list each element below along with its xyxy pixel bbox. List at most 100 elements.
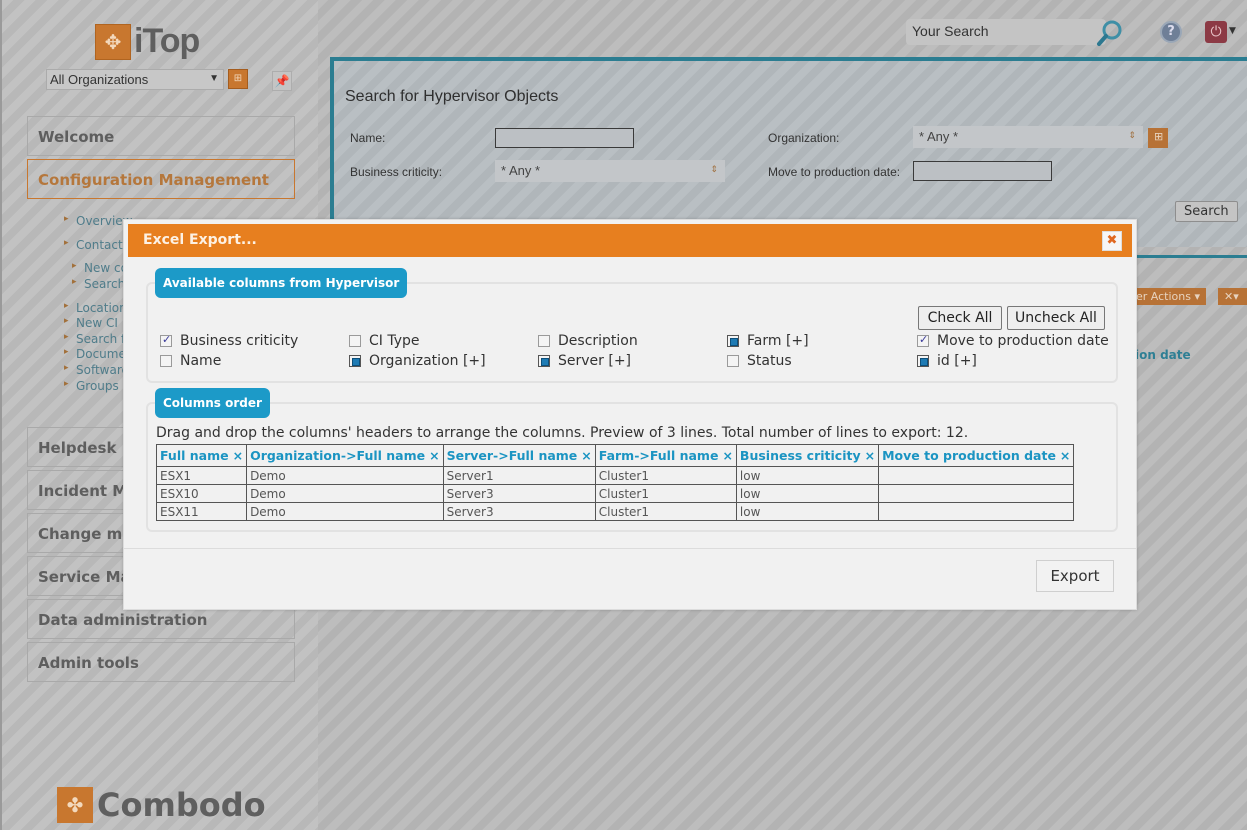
table-cell xyxy=(878,466,1075,485)
table-cell: Cluster1 xyxy=(594,466,737,485)
table-cell xyxy=(878,484,1075,503)
name-input[interactable] xyxy=(495,128,634,148)
column-checkbox-item[interactable]: Name xyxy=(160,353,221,369)
table-cell: Server1 xyxy=(442,466,596,485)
checkbox[interactable] xyxy=(160,355,172,367)
submenu-item[interactable]: Groups o xyxy=(64,379,130,393)
column-checkbox-item[interactable]: Server [+] xyxy=(538,353,631,369)
remove-column-icon[interactable]: × xyxy=(233,448,243,463)
help-icon[interactable]: ? xyxy=(1160,21,1182,43)
global-search-input[interactable]: Your Search xyxy=(906,19,1106,45)
checkbox-label: Server [+] xyxy=(558,353,632,369)
remove-column-icon[interactable]: × xyxy=(581,448,591,463)
table-cell: Demo xyxy=(246,484,444,503)
column-header[interactable]: Full name × xyxy=(155,444,248,467)
table-cell: ESX10 xyxy=(155,484,248,503)
table-cell: ESX11 xyxy=(155,502,248,521)
column-header[interactable]: Move to production date × xyxy=(878,444,1075,467)
table-cell: ESX1 xyxy=(155,466,248,485)
table-cell: Server3 xyxy=(442,502,596,521)
uncheck-all-button[interactable]: Uncheck All xyxy=(1007,306,1105,330)
production-date-label: Move to production date: xyxy=(768,165,901,179)
checkbox[interactable] xyxy=(917,355,929,367)
checkbox-label: Name xyxy=(180,353,222,369)
search-button[interactable]: Search xyxy=(1175,201,1238,222)
select-arrows-icon: ⇕ xyxy=(1128,130,1136,140)
submenu-item[interactable]: New co xyxy=(72,261,128,275)
column-checkbox-item[interactable]: Status xyxy=(727,353,792,369)
remove-column-icon[interactable]: × xyxy=(722,448,732,463)
column-checkbox-item[interactable]: CI Type xyxy=(349,333,420,349)
itop-logo-icon: ✥ xyxy=(95,23,131,60)
other-actions-button[interactable]: er Actions ▾ xyxy=(1130,288,1206,305)
table-row: ESX1 Demo Server1 Cluster1 low xyxy=(155,466,1075,485)
submenu-item[interactable]: Contacts xyxy=(64,238,129,252)
remove-column-icon[interactable]: × xyxy=(429,448,439,463)
hierarchy-icon: ⊞ xyxy=(1154,130,1164,143)
menu-admin-tools[interactable]: Admin tools xyxy=(27,642,295,682)
checkbox-label: Organization [+] xyxy=(369,353,486,369)
menu-configuration-management[interactable]: Configuration Management xyxy=(27,159,295,199)
remove-column-icon[interactable]: × xyxy=(865,448,875,463)
submenu-item[interactable]: Location xyxy=(64,301,127,315)
organization-selector[interactable]: All Organizations ▼ xyxy=(46,69,224,90)
export-button[interactable]: Export xyxy=(1036,560,1114,592)
table-row: ESX10 Demo Server3 Cluster1 low xyxy=(155,484,1075,503)
table-cell: Demo xyxy=(246,466,444,485)
table-cell xyxy=(878,502,1075,521)
column-header[interactable]: Farm->Full name × xyxy=(594,444,737,467)
table-cell: low xyxy=(735,484,880,503)
column-header[interactable]: Business criticity × xyxy=(735,444,880,467)
table-cell: Cluster1 xyxy=(594,502,737,521)
submenu-item[interactable]: New CI xyxy=(64,316,118,330)
itop-logo: ✥ iTop xyxy=(95,22,200,61)
columns-order-legend: Columns order xyxy=(155,388,270,418)
chevron-down-icon[interactable]: ▼ xyxy=(1229,26,1236,36)
checkbox[interactable] xyxy=(727,335,739,347)
org-hierarchy-button[interactable]: ⊞ xyxy=(228,69,248,89)
pin-menu-button[interactable]: 📌 xyxy=(272,71,292,91)
check-all-button[interactable]: Check All xyxy=(918,306,1002,330)
column-checkbox-item[interactable]: Farm [+] xyxy=(727,333,809,349)
checkbox[interactable] xyxy=(349,335,361,347)
pin-icon: 📌 xyxy=(274,74,290,88)
production-date-input[interactable] xyxy=(913,161,1052,181)
close-icon[interactable]: ✖ xyxy=(1102,231,1122,251)
table-cell: low xyxy=(735,502,880,521)
submenu-item[interactable]: Software xyxy=(64,363,129,377)
tools-button[interactable]: ✕▾ xyxy=(1218,288,1247,305)
logoff-icon[interactable]: ⏻ xyxy=(1205,21,1227,43)
checkbox[interactable] xyxy=(538,355,550,367)
column-checkbox-item[interactable]: Move to production date xyxy=(917,333,1109,349)
menu-welcome[interactable]: Welcome xyxy=(27,116,295,156)
submenu-item[interactable]: Search xyxy=(72,277,125,291)
checkbox[interactable] xyxy=(349,355,361,367)
column-header[interactable]: Server->Full name × xyxy=(442,444,596,467)
checkbox[interactable] xyxy=(160,333,172,347)
search-icon[interactable] xyxy=(1095,18,1125,48)
checkbox-label: Farm [+] xyxy=(747,333,809,349)
combodo-logo: ✤ Combodo xyxy=(57,786,266,824)
column-checkbox-item[interactable]: id [+] xyxy=(917,353,977,369)
column-checkbox-item[interactable]: Business criticity xyxy=(160,333,298,349)
criticity-label: Business criticity: xyxy=(350,165,443,179)
remove-column-icon[interactable]: × xyxy=(1060,448,1070,463)
table-cell: low xyxy=(735,466,880,485)
excel-export-dialog: Excel Export... ✖ Available columns from… xyxy=(123,219,1137,610)
column-checkbox-item[interactable]: Description xyxy=(538,333,638,349)
checkbox[interactable] xyxy=(538,335,550,347)
chevron-down-icon: ▼ xyxy=(209,73,219,84)
table-cell: Server3 xyxy=(442,484,596,503)
checkbox[interactable] xyxy=(727,355,739,367)
columns-order-help: Drag and drop the columns' headers to ar… xyxy=(156,425,969,441)
column-checkbox-item[interactable]: Organization [+] xyxy=(349,353,486,369)
org-hierarchy-button[interactable]: ⊞ xyxy=(1148,128,1168,148)
checkbox[interactable] xyxy=(917,333,929,347)
export-preview-table: Full name × Organization->Full name × Server… xyxy=(155,444,1075,521)
column-header[interactable]: ion date xyxy=(1135,348,1191,362)
dialog-header[interactable]: Excel Export... ✖ xyxy=(128,224,1132,257)
criticity-select[interactable]: * Any * ⇕ xyxy=(495,160,725,182)
table-cell: Cluster1 xyxy=(594,484,737,503)
organization-select[interactable]: * Any * ⇕ xyxy=(913,126,1143,148)
column-header[interactable]: Organization->Full name × xyxy=(246,444,444,467)
